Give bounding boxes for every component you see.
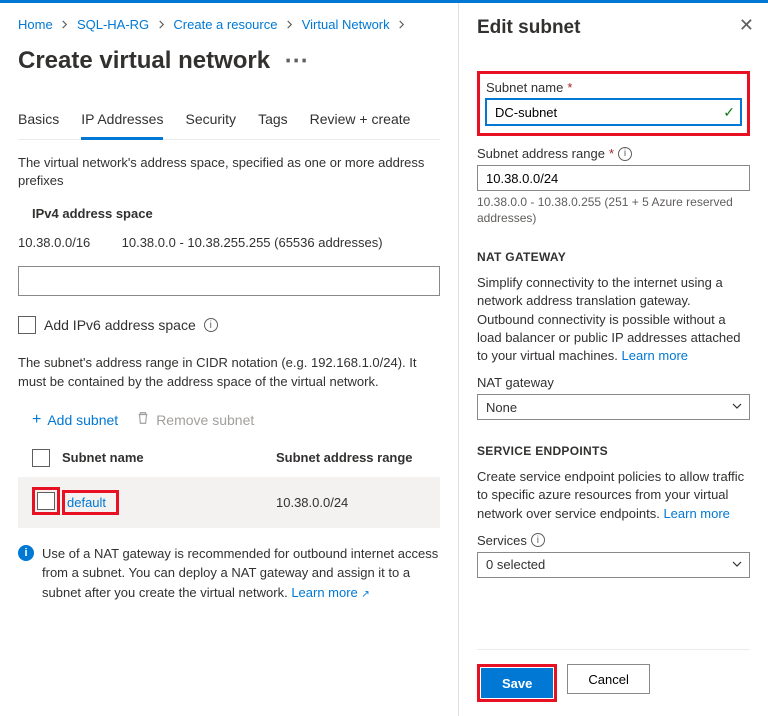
se-para: Create service endpoint policies to allo… xyxy=(477,468,750,523)
col-header-name: Subnet name xyxy=(62,450,276,465)
breadcrumb-rg[interactable]: SQL-HA-RG xyxy=(77,17,149,32)
tab-review[interactable]: Review + create xyxy=(310,105,411,139)
address-space-input[interactable] xyxy=(18,266,440,296)
tab-basics[interactable]: Basics xyxy=(18,105,59,139)
nat-info-bar: i Use of a NAT gateway is recommended fo… xyxy=(18,544,440,603)
chevron-down-icon xyxy=(731,400,743,415)
subnet-table: Subnet name Subnet address range default… xyxy=(18,439,440,528)
subnet-range-input[interactable] xyxy=(477,165,750,191)
ipv6-label: Add IPv6 address space xyxy=(44,317,196,333)
subnet-name-link[interactable]: default xyxy=(62,490,119,515)
services-label: Services i xyxy=(477,533,750,548)
services-select[interactable]: 0 selected xyxy=(477,552,750,578)
se-learn-more-link[interactable]: Learn more xyxy=(663,506,729,521)
save-button[interactable]: Save xyxy=(481,668,553,698)
address-row: 10.38.0.0/16 10.38.0.0 - 10.38.255.255 (… xyxy=(18,229,440,256)
panel-title: Edit subnet xyxy=(477,17,750,39)
nat-section-head: NAT GATEWAY xyxy=(477,250,750,264)
tab-ip-addresses[interactable]: IP Addresses xyxy=(81,105,163,140)
more-icon[interactable]: ⋯ xyxy=(284,47,308,74)
cancel-button[interactable]: Cancel xyxy=(567,664,649,694)
ipv4-label: IPv4 address space xyxy=(18,206,440,221)
row-checkbox[interactable] xyxy=(37,492,55,510)
close-icon[interactable]: ✕ xyxy=(739,15,754,36)
info-icon[interactable]: i xyxy=(618,147,632,161)
breadcrumb: Home SQL-HA-RG Create a resource Virtual… xyxy=(18,13,440,40)
tab-security[interactable]: Security xyxy=(185,105,236,139)
learn-more-link[interactable]: Learn more ↗ xyxy=(291,585,370,600)
col-header-range: Subnet address range xyxy=(276,450,436,465)
table-row[interactable]: default 10.38.0.0/24 xyxy=(18,477,440,528)
subnet-desc: The subnet's address range in CIDR notat… xyxy=(18,354,440,390)
breadcrumb-home[interactable]: Home xyxy=(18,17,53,32)
select-all-checkbox[interactable] xyxy=(32,449,50,467)
nat-learn-more-link[interactable]: Learn more xyxy=(622,348,688,363)
breadcrumb-create[interactable]: Create a resource xyxy=(173,17,277,32)
tab-tags[interactable]: Tags xyxy=(258,105,288,139)
range-label: Subnet address range * i xyxy=(477,146,750,161)
ipv6-checkbox[interactable] xyxy=(18,316,36,334)
address-space-desc: The virtual network's address space, spe… xyxy=(18,154,440,190)
main-content: Home SQL-HA-RG Create a resource Virtual… xyxy=(0,3,458,716)
chevron-down-icon xyxy=(731,558,743,573)
add-subnet-button[interactable]: + Add subnet xyxy=(32,411,118,429)
panel-footer: Save Cancel xyxy=(477,649,750,716)
info-icon[interactable]: i xyxy=(531,533,545,547)
breadcrumb-vnet[interactable]: Virtual Network xyxy=(302,17,390,32)
nat-para: Simplify connectivity to the internet us… xyxy=(477,274,750,365)
subnet-name-input[interactable] xyxy=(486,99,741,125)
trash-icon xyxy=(136,411,150,428)
tabs: Basics IP Addresses Security Tags Review… xyxy=(18,105,440,140)
nat-gateway-select[interactable]: None xyxy=(477,394,750,420)
nat-gateway-label: NAT gateway xyxy=(477,375,750,390)
edit-subnet-panel: ✕ Edit subnet Subnet name * ✓ Subnet add… xyxy=(458,3,768,716)
page-title: Create virtual network⋯ xyxy=(18,46,440,75)
subnet-name-label: Subnet name * xyxy=(486,80,741,95)
remove-subnet-button: Remove subnet xyxy=(136,411,254,429)
subnet-range-cell: 10.38.0.0/24 xyxy=(276,495,436,510)
se-section-head: SERVICE ENDPOINTS xyxy=(477,444,750,458)
info-icon: i xyxy=(18,545,34,561)
plus-icon: + xyxy=(32,411,41,429)
info-icon[interactable]: i xyxy=(204,318,218,332)
range-hint: 10.38.0.0 - 10.38.0.255 (251 + 5 Azure r… xyxy=(477,195,750,226)
check-icon: ✓ xyxy=(723,104,735,121)
external-link-icon: ↗ xyxy=(361,589,369,600)
